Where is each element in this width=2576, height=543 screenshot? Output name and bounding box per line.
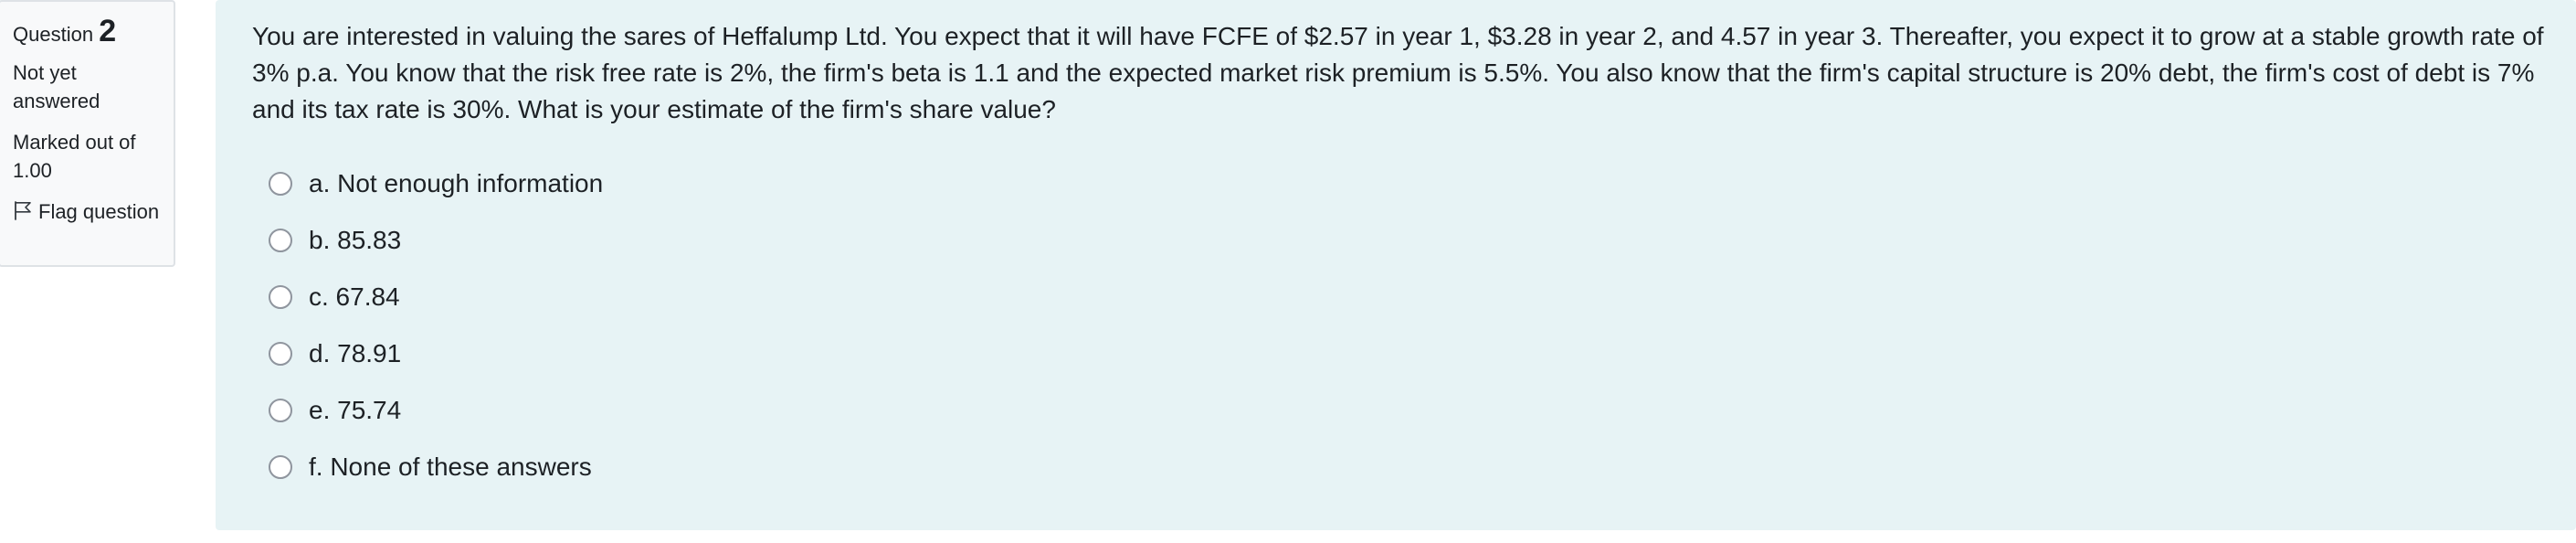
radio-button[interactable] bbox=[269, 229, 292, 252]
answer-label: a. Not enough information bbox=[309, 169, 604, 197]
answer-option-c[interactable]: c. 67.84 bbox=[252, 269, 2539, 325]
answer-option-a[interactable]: a. Not enough information bbox=[252, 155, 2539, 212]
answer-label: e. 75.74 bbox=[309, 396, 402, 424]
question-number: 2 bbox=[99, 14, 117, 48]
answer-label: b. 85.83 bbox=[309, 226, 402, 254]
question-text: You are interested in valuing the sares … bbox=[252, 22, 2544, 123]
answer-option-f[interactable]: f. None of these answers bbox=[252, 439, 2539, 495]
radio-button[interactable] bbox=[269, 399, 292, 422]
question-content-panel: You are interested in valuing the sares … bbox=[216, 0, 2576, 530]
radio-button[interactable] bbox=[269, 455, 292, 479]
question-info-panel: Question 2 Not yet answered Marked out o… bbox=[0, 0, 175, 267]
question-grade: Marked out of 1.00 bbox=[13, 131, 136, 182]
answer-option-d[interactable]: d. 78.91 bbox=[252, 325, 2539, 382]
answer-option-b[interactable]: b. 85.83 bbox=[252, 212, 2539, 269]
radio-button[interactable] bbox=[269, 285, 292, 309]
flag-question-button[interactable]: Flag question bbox=[13, 197, 161, 226]
question-word: Question bbox=[13, 23, 94, 46]
radio-button[interactable] bbox=[269, 172, 292, 196]
flag-outline-icon bbox=[13, 200, 33, 220]
flag-question-label: Flag question bbox=[38, 200, 160, 223]
question-number-heading: Question 2 bbox=[13, 15, 161, 51]
answer-label: f. None of these answers bbox=[309, 452, 592, 481]
answer-option-e[interactable]: e. 75.74 bbox=[252, 382, 2539, 439]
quiz-page: Question 2 Not yet answered Marked out o… bbox=[0, 0, 2576, 543]
question-state: Not yet answered bbox=[13, 61, 100, 112]
answer-label: c. 67.84 bbox=[309, 282, 400, 311]
answer-label: d. 78.91 bbox=[309, 339, 402, 367]
answer-list: a. Not enough information b. 85.83 c. 67… bbox=[252, 155, 2539, 495]
radio-button[interactable] bbox=[269, 342, 292, 366]
